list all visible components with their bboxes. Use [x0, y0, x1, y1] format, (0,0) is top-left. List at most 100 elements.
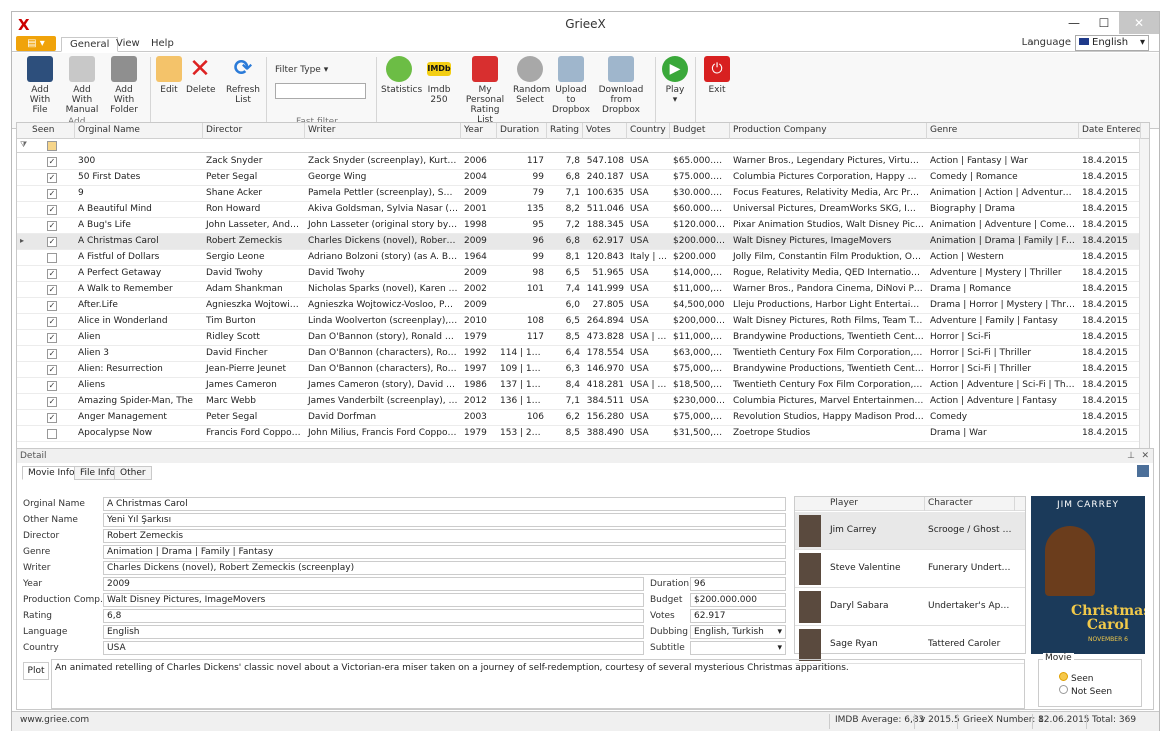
language-field[interactable]: English — [103, 625, 644, 639]
column-header-name[interactable]: Orginal Name — [75, 123, 203, 139]
not-seen-radio[interactable]: Not Seen — [1059, 685, 1112, 697]
table-row[interactable]: ✓ 9 Shane Acker Pamela Pettler (screenplay)… — [17, 186, 1141, 202]
cast-header-player[interactable]: Player — [827, 497, 925, 511]
seen-checkbox[interactable]: ✓ — [47, 237, 57, 247]
column-header-duration[interactable]: Duration — [497, 123, 547, 139]
column-header-year[interactable]: Year — [461, 123, 497, 139]
duration-field[interactable]: 96 — [690, 577, 786, 591]
up-arrow-icon[interactable]: ⌂ — [1028, 37, 1034, 48]
table-row[interactable]: ✓ Amazing Spider-Man, The Marc Webb James V… — [17, 394, 1141, 410]
seen-checkbox[interactable] — [47, 429, 57, 439]
cast-header-character[interactable]: Character — [925, 497, 1015, 511]
refresh-list-button[interactable]: ⟳ Refresh List — [226, 56, 260, 105]
exit-button[interactable]: ⏻ Exit — [702, 56, 732, 95]
seen-checkbox[interactable]: ✓ — [47, 365, 57, 375]
play-button[interactable]: ▶ Play ▾ — [660, 56, 690, 105]
original-name-field[interactable]: A Christmas Carol — [103, 497, 786, 511]
minimize-button[interactable]: — — [1059, 12, 1089, 34]
add-with-folder-button[interactable]: Add With Folder — [104, 56, 144, 115]
filter-row[interactable]: ⧩ — [17, 139, 1149, 153]
column-header-genre[interactable]: Genre — [927, 123, 1079, 139]
seen-checkbox[interactable]: ✓ — [47, 397, 57, 407]
tab-other[interactable]: Other — [114, 466, 152, 480]
writer-field[interactable]: Charles Dickens (novel), Robert Zemeckis… — [103, 561, 786, 575]
tab-movie-info[interactable]: Movie Info — [22, 466, 81, 480]
save-icon[interactable] — [1137, 465, 1149, 477]
cast-row[interactable]: Jim Carrey Scrooge / Ghost of ... — [795, 512, 1025, 550]
detail-close-icon[interactable]: ✕ — [1141, 449, 1149, 463]
table-row[interactable]: ✓ Alice in Wonderland Tim Burton Linda Wool… — [17, 314, 1141, 330]
column-header-director[interactable]: Director — [203, 123, 305, 139]
seen-checkbox[interactable]: ✓ — [47, 205, 57, 215]
table-row[interactable]: Apocalypse Now Francis Ford Coppola (a...… — [17, 426, 1141, 442]
column-header-votes[interactable]: Votes — [583, 123, 627, 139]
tab-view[interactable]: View — [108, 37, 148, 52]
column-header-rating[interactable]: Rating — [547, 123, 583, 139]
upload-dropbox-button[interactable]: Upload to Dropbox — [551, 56, 591, 115]
dubbing-select[interactable]: English, Turkish ▾ — [690, 625, 786, 639]
table-row[interactable]: ✓ 50 First Dates Peter Segal George Wing 200… — [17, 170, 1141, 186]
seen-checkbox[interactable]: ✓ — [47, 317, 57, 327]
seen-checkbox[interactable]: ✓ — [47, 301, 57, 311]
seen-checkbox[interactable] — [47, 253, 57, 263]
cast-row[interactable]: Steve Valentine Funerary Undertake... — [795, 550, 1025, 588]
seen-checkbox[interactable]: ✓ — [47, 285, 57, 295]
table-row[interactable]: ✓ Alien Ridley Scott Dan O'Bannon (story), … — [17, 330, 1141, 346]
seen-checkbox[interactable]: ✓ — [47, 349, 57, 359]
other-name-field[interactable]: Yeni Yıl Şarkısı — [103, 513, 786, 527]
country-field[interactable]: USA — [103, 641, 644, 655]
grid-scrollbar[interactable] — [1139, 139, 1149, 451]
column-header-date[interactable]: Date Entered — [1079, 123, 1141, 139]
delete-button[interactable]: ✕ Delete — [186, 56, 216, 95]
random-select-button[interactable]: Random Select — [513, 56, 550, 105]
plot-field[interactable]: An animated retelling of Charles Dickens… — [51, 659, 1025, 709]
cast-row[interactable]: Daryl Sabara Undertaker's Appren... — [795, 588, 1025, 626]
filter-seen-checkbox[interactable] — [47, 141, 57, 151]
status-site[interactable]: www.griee.com — [20, 715, 89, 725]
table-row[interactable]: ✓ Anger Management Peter Segal David Dorfma… — [17, 410, 1141, 426]
seen-checkbox[interactable]: ✓ — [47, 173, 57, 183]
add-with-manual-button[interactable]: Add With Manual — [62, 56, 102, 115]
fast-filter-input[interactable] — [275, 83, 366, 99]
maximize-button[interactable]: ☐ — [1089, 12, 1119, 34]
seen-checkbox[interactable]: ✓ — [47, 333, 57, 343]
download-dropbox-button[interactable]: Download from Dropbox — [595, 56, 647, 115]
director-field[interactable]: Robert Zemeckis — [103, 529, 786, 543]
table-row[interactable]: ✓ 300 Zack Snyder Zack Snyder (screenplay),… — [17, 154, 1141, 170]
filter-type-dropdown[interactable]: Filter Type ▾ — [275, 65, 328, 75]
column-header-company[interactable]: Production Company — [730, 123, 927, 139]
votes-field[interactable]: 62.917 — [690, 609, 786, 623]
close-button[interactable]: ✕ — [1119, 12, 1159, 34]
table-row[interactable]: ✓ Alien 3 David Fincher Dan O'Bannon (chara… — [17, 346, 1141, 362]
imdb-250-button[interactable]: IMDb Imdb 250 — [421, 56, 457, 105]
seen-checkbox[interactable]: ✓ — [47, 269, 57, 279]
seen-checkbox[interactable]: ✓ — [47, 413, 57, 423]
language-select[interactable]: English ▾ — [1075, 35, 1149, 51]
pin-icon[interactable]: ⊥ — [1127, 449, 1135, 463]
seen-radio[interactable]: Seen — [1059, 672, 1094, 684]
file-menu-button[interactable]: ▤ ▾ — [16, 36, 56, 51]
add-with-file-button[interactable]: Add With File — [20, 56, 60, 115]
column-header-budget[interactable]: Budget — [670, 123, 730, 139]
seen-checkbox[interactable]: ✓ — [47, 157, 57, 167]
table-row[interactable]: ✓ Aliens James Cameron James Cameron (story… — [17, 378, 1141, 394]
personal-rating-button[interactable]: My Personal Rating List — [462, 56, 508, 125]
table-row[interactable]: ✓ A Bug's Life John Lasseter, Andrew ...Jo… — [17, 218, 1141, 234]
table-row[interactable]: ▸ ✓ A Christmas Carol Robert Zemeckis Charle… — [17, 234, 1141, 250]
seen-checkbox[interactable]: ✓ — [47, 189, 57, 199]
genre-field[interactable]: Animation | Drama | Family | Fantasy — [103, 545, 786, 559]
edit-button[interactable]: Edit — [156, 56, 182, 95]
subtitle-select[interactable]: ▾ — [690, 641, 786, 655]
column-header-writer[interactable]: Writer — [305, 123, 461, 139]
budget-field[interactable]: $200.000.000 — [690, 593, 786, 607]
column-header-country[interactable]: Country — [627, 123, 670, 139]
seen-checkbox[interactable]: ✓ — [47, 381, 57, 391]
table-row[interactable]: ✓ After.Life Agnieszka Wojtowicz-Vo...Agni… — [17, 298, 1141, 314]
production-field[interactable]: Walt Disney Pictures, ImageMovers — [103, 593, 644, 607]
statistics-button[interactable]: Statistics — [381, 56, 422, 95]
tab-help[interactable]: Help — [143, 37, 182, 52]
table-row[interactable]: ✓ A Perfect Getaway David Twohy David Twohy… — [17, 266, 1141, 282]
column-header-seen[interactable]: Seen — [29, 123, 75, 139]
seen-checkbox[interactable]: ✓ — [47, 221, 57, 231]
table-row[interactable]: ✓ A Beautiful Mind Ron Howard Akiva Goldsma… — [17, 202, 1141, 218]
